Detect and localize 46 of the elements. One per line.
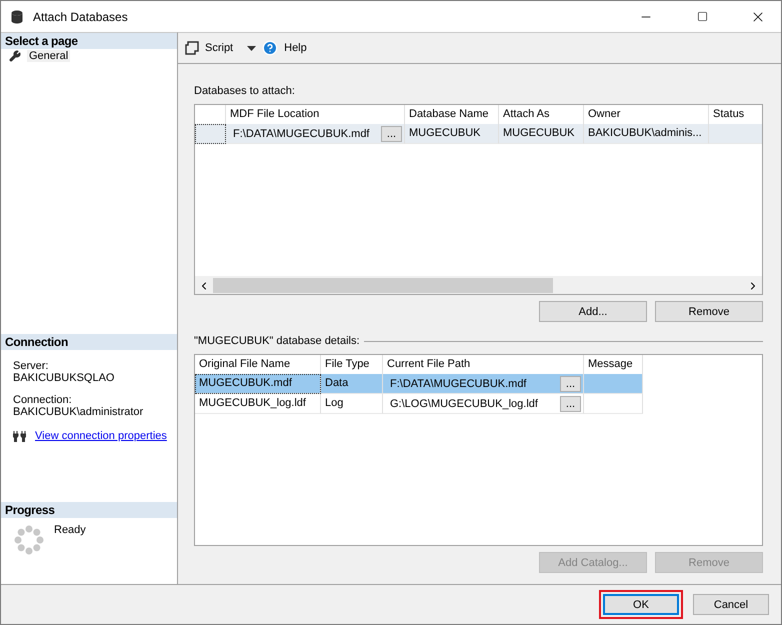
scrollbar-thumb[interactable] xyxy=(213,278,553,293)
browse-button[interactable]: ... xyxy=(560,396,581,412)
browse-button[interactable]: ... xyxy=(381,126,402,142)
section-header: Select a page xyxy=(1,33,177,49)
table-cell: BAKICUBUK\adminis... xyxy=(584,124,709,144)
add-button[interactable]: Add... xyxy=(539,301,647,322)
connection-user: BAKICUBUK\administrator xyxy=(13,406,144,418)
plug-icon xyxy=(13,430,26,442)
script-icon[interactable] xyxy=(185,41,199,55)
spinner-icon xyxy=(13,524,45,556)
window-title: Attach Databases xyxy=(33,10,129,24)
server-name: BAKICUBUKSQLAO xyxy=(13,372,116,384)
table-cell: F:\DATA\MUGECUBUK.mdf xyxy=(233,128,370,140)
page-item[interactable]: General xyxy=(27,50,70,62)
caret-icon[interactable] xyxy=(247,46,256,50)
table-cell: MUGECUBUK xyxy=(499,124,584,144)
section-label: "MUGECUBUK" database details: xyxy=(194,335,360,347)
section-header: Progress xyxy=(1,502,177,518)
table-cell: MUGECUBUK_log.ldf xyxy=(195,394,321,414)
remove-button[interactable]: Remove xyxy=(655,301,763,322)
maximize-icon[interactable] xyxy=(696,11,708,22)
help-button[interactable]: Help xyxy=(262,40,307,56)
ok-button[interactable]: OK xyxy=(603,594,679,615)
horizontal-scrollbar[interactable] xyxy=(195,276,762,294)
table-row[interactable]: F:\DATA\MUGECUBUK.mdf ... MUGECUBUK MUGECUBUK BAKICUBUK\adminis... xyxy=(195,124,762,144)
connection-properties-link[interactable]: View connection properties xyxy=(35,430,167,442)
table-cell: G:\LOG\MUGECUBUK_log.ldf xyxy=(390,398,538,410)
row-header[interactable] xyxy=(195,124,226,144)
connection-label: Connection: xyxy=(13,394,73,406)
browse-button[interactable]: ... xyxy=(560,376,581,392)
table-row[interactable]: MUGECUBUK.mdf Data F:\DATA\MUGECUBUK.mdf ... xyxy=(195,374,643,394)
table-cell: MUGECUBUK xyxy=(405,124,499,144)
progress-status: Ready xyxy=(54,524,86,536)
help-icon[interactable] xyxy=(262,40,278,56)
table-row[interactable]: MUGECUBUK_log.ldf Log G:\LOG\MUGECUBUK_log.ldf ... xyxy=(195,394,643,414)
table-cell: Log xyxy=(321,394,383,414)
section-header: Connection xyxy=(1,334,177,350)
table-cell xyxy=(584,394,643,414)
table-cell: F:\DATA\MUGECUBUK.mdf xyxy=(390,378,526,390)
script-button[interactable]: Script xyxy=(185,41,234,55)
wrench-icon xyxy=(9,50,21,62)
server-label: Server: xyxy=(13,360,50,372)
cancel-button[interactable]: Cancel xyxy=(693,594,769,615)
database-icon xyxy=(11,10,23,24)
column-header[interactable]: Status xyxy=(709,105,762,124)
section-label: Databases to attach: xyxy=(194,85,295,97)
